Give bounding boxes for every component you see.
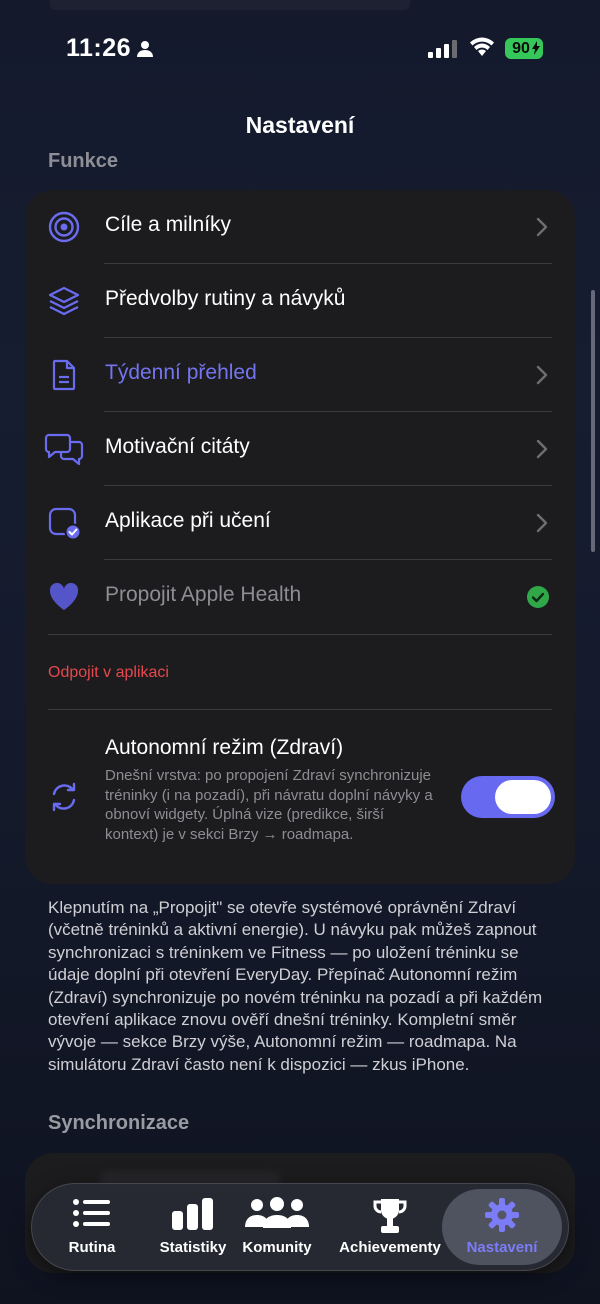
divider (48, 709, 552, 710)
section-title-sync: Synchronizace (48, 1112, 190, 1134)
row-study-apps[interactable]: Aplikace při učení (25, 486, 575, 560)
cellular-signal-icon (428, 40, 457, 58)
page-title: Nastavení (245, 112, 355, 138)
bar-chart-icon (172, 1198, 213, 1230)
tab-settings[interactable]: Nastavení (447, 1183, 557, 1271)
row-apple-health[interactable]: Propojit Apple Health (25, 560, 575, 634)
target-icon (48, 211, 80, 243)
row-motivational-quotes[interactable]: Motivační citáty (25, 412, 575, 486)
chevron-right-icon (536, 365, 548, 385)
person-icon (137, 41, 153, 57)
app-check-icon (48, 507, 81, 540)
gear-icon (485, 1198, 519, 1232)
row-weekly-overview[interactable]: Týdenní přehled (25, 338, 575, 412)
layers-icon (48, 286, 80, 316)
row-label: Aplikace při učení (105, 509, 271, 532)
document-icon (52, 359, 76, 391)
row-label: Motivační citáty (105, 435, 250, 458)
features-card: Cíle a milníky Předvolby rutiny a návyků… (25, 190, 575, 884)
sync-icon (52, 782, 76, 812)
disconnect-link[interactable]: Odpojit v aplikaci (48, 664, 169, 682)
status-time: 11:26 (66, 34, 132, 62)
trophy-icon (373, 1199, 407, 1233)
chevron-right-icon (536, 439, 548, 459)
tab-label: Nastavení (466, 1239, 538, 1256)
tab-achievements[interactable]: Achievementy (335, 1183, 445, 1271)
tab-bar: Rutina Statistiky Komunity Achievementy (31, 1183, 569, 1271)
section-title-features: Funkce (48, 150, 119, 172)
chevron-right-icon (536, 217, 548, 237)
row-label: Propojit Apple Health (105, 583, 302, 606)
tab-communities[interactable]: Komunity (227, 1183, 327, 1271)
row-label: Cíle a milníky (105, 213, 232, 236)
row-label: Týdenní přehled (105, 361, 257, 384)
row-goals[interactable]: Cíle a milníky (25, 190, 575, 264)
autonomous-mode-description: Dnešní vrstva: po propojení Zdraví synch… (105, 767, 433, 843)
tab-routine[interactable]: Rutina (41, 1183, 143, 1271)
battery-level: 90 (512, 39, 530, 57)
charging-bolt-icon (532, 41, 540, 55)
list-icon (73, 1199, 110, 1227)
toggle-knob (495, 780, 551, 814)
connected-check-icon (527, 586, 549, 608)
autonomous-mode-toggle[interactable] (461, 776, 555, 818)
tab-label: Komunity (242, 1239, 312, 1256)
status-bar: 11:26 90 (0, 0, 600, 96)
tab-label: Rutina (68, 1239, 116, 1256)
health-info-text: Klepnutím na „Propojit" se otevře systém… (48, 898, 543, 1074)
chat-bubbles-icon (44, 433, 84, 466)
autonomous-mode-title: Autonomní režim (Zdraví) (105, 736, 344, 759)
battery-indicator: 90 (505, 38, 543, 59)
people-icon (245, 1197, 309, 1228)
wifi-icon (470, 37, 494, 56)
chevron-right-icon (536, 513, 548, 533)
tab-label: Achievementy (339, 1239, 441, 1256)
divider (48, 634, 552, 635)
row-label: Předvolby rutiny a návyků (105, 287, 346, 310)
row-routine-preferences[interactable]: Předvolby rutiny a návyků (25, 264, 575, 338)
heart-icon (49, 582, 79, 610)
scroll-indicator[interactable] (591, 290, 595, 552)
